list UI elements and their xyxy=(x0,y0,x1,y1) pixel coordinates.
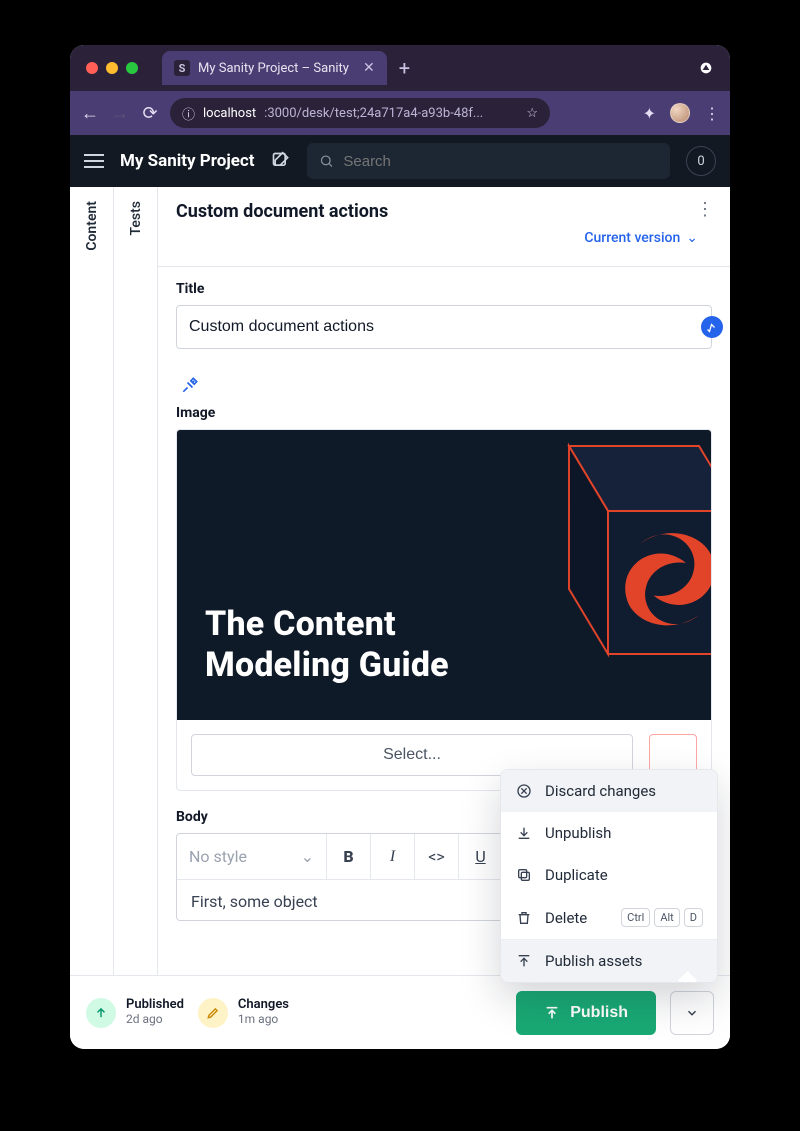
menu-publish-assets[interactable]: Publish assets xyxy=(501,940,717,982)
published-icon xyxy=(86,998,116,1028)
document-kebab-icon[interactable]: ⋮ xyxy=(696,199,716,220)
sidebar-tab-content[interactable]: Content xyxy=(70,187,114,1049)
compose-icon[interactable] xyxy=(271,151,291,171)
browser-menu-icon[interactable] xyxy=(698,60,730,76)
document-actions-menu: Discard changes Unpublish Duplicate xyxy=(500,769,718,983)
notification-counter[interactable]: 0 xyxy=(686,146,716,176)
close-tab-icon[interactable]: ✕ xyxy=(363,60,375,76)
discard-icon xyxy=(515,783,533,799)
presence-indicator-icon[interactable] xyxy=(701,316,723,338)
search-icon xyxy=(319,153,334,169)
changes-icon xyxy=(198,998,228,1028)
version-select[interactable]: Current version⌄ xyxy=(176,222,714,256)
minimize-window-button[interactable] xyxy=(106,62,118,74)
back-icon[interactable]: ← xyxy=(80,103,100,124)
app-header: My Sanity Project 0 xyxy=(70,135,730,187)
menu-unpublish[interactable]: Unpublish xyxy=(501,812,717,854)
title-input[interactable] xyxy=(176,305,712,349)
menu-duplicate[interactable]: Duplicate xyxy=(501,854,717,896)
code-button[interactable]: <> xyxy=(415,834,459,879)
delete-shortcut: Ctrl Alt D xyxy=(621,908,703,927)
delete-icon xyxy=(515,910,533,926)
extensions-icon[interactable]: ✦ xyxy=(643,104,656,123)
maximize-window-button[interactable] xyxy=(126,62,138,74)
publish-assets-icon xyxy=(515,953,533,969)
bookmark-icon[interactable]: ☆ xyxy=(526,106,538,121)
document-title: Custom document actions xyxy=(176,201,714,222)
chevron-down-icon: ⌄ xyxy=(301,847,314,866)
forward-icon[interactable]: → xyxy=(110,103,130,124)
publish-more-button[interactable] xyxy=(670,991,714,1035)
window-controls xyxy=(70,62,154,74)
publish-icon xyxy=(544,1005,560,1021)
profile-avatar[interactable] xyxy=(670,103,690,123)
unpublish-icon xyxy=(515,825,533,841)
title-field-label: Title xyxy=(176,281,712,297)
image-field: The Content Modeling Guide Select... xyxy=(176,429,712,791)
plug-icon[interactable] xyxy=(180,375,712,395)
duplicate-icon xyxy=(515,867,533,883)
sidebar-tab-tests[interactable]: Tests xyxy=(114,187,158,1049)
underline-button[interactable]: U xyxy=(459,834,503,879)
url-host: localhost xyxy=(203,106,256,121)
block-style-select[interactable]: No style ⌄ xyxy=(177,834,327,879)
browser-tabbar: S My Sanity Project – Sanity ✕ + xyxy=(70,45,730,91)
published-status[interactable]: Published 2d ago xyxy=(86,998,184,1028)
tab-title: My Sanity Project – Sanity xyxy=(198,61,349,76)
image-caption: The Content Modeling Guide xyxy=(205,604,449,686)
changes-status[interactable]: Changes 1m ago xyxy=(198,998,289,1028)
browser-tab[interactable]: S My Sanity Project – Sanity ✕ xyxy=(162,51,387,85)
search-input[interactable] xyxy=(343,153,658,170)
menu-delete[interactable]: Delete Ctrl Alt D xyxy=(501,896,717,939)
cube-graphic xyxy=(491,430,711,680)
url-rest: :3000/desk/test;24a717a4-a93b-48f... xyxy=(264,106,483,121)
menu-icon[interactable] xyxy=(84,154,104,168)
browser-toolbar: ← → ⟳ ⓘ localhost :3000/desk/test;24a717a… xyxy=(70,91,730,135)
address-bar[interactable]: ⓘ localhost :3000/desk/test;24a717a4-a93b… xyxy=(170,98,550,128)
chevron-down-icon xyxy=(685,1006,699,1020)
image-preview[interactable]: The Content Modeling Guide xyxy=(177,430,711,720)
image-field-label: Image xyxy=(176,405,712,421)
document-footer: Published 2d ago Changes 1m ago xyxy=(70,975,730,1049)
tab-favicon: S xyxy=(174,60,190,76)
search-bar[interactable] xyxy=(307,143,670,179)
app-title: My Sanity Project xyxy=(120,151,255,171)
menu-discard-changes[interactable]: Discard changes xyxy=(501,770,717,812)
bold-button[interactable]: B xyxy=(327,834,371,879)
reload-icon[interactable]: ⟳ xyxy=(140,103,160,124)
site-info-icon[interactable]: ⓘ xyxy=(182,104,195,123)
publish-button[interactable]: Publish xyxy=(516,991,656,1035)
new-tab-button[interactable]: + xyxy=(387,56,422,80)
browser-kebab-icon[interactable]: ⋮ xyxy=(704,104,720,123)
chevron-down-icon: ⌄ xyxy=(686,230,698,246)
italic-button[interactable]: I xyxy=(371,834,415,879)
close-window-button[interactable] xyxy=(86,62,98,74)
document-header: Custom document actions ⋮ Current versio… xyxy=(158,187,730,267)
